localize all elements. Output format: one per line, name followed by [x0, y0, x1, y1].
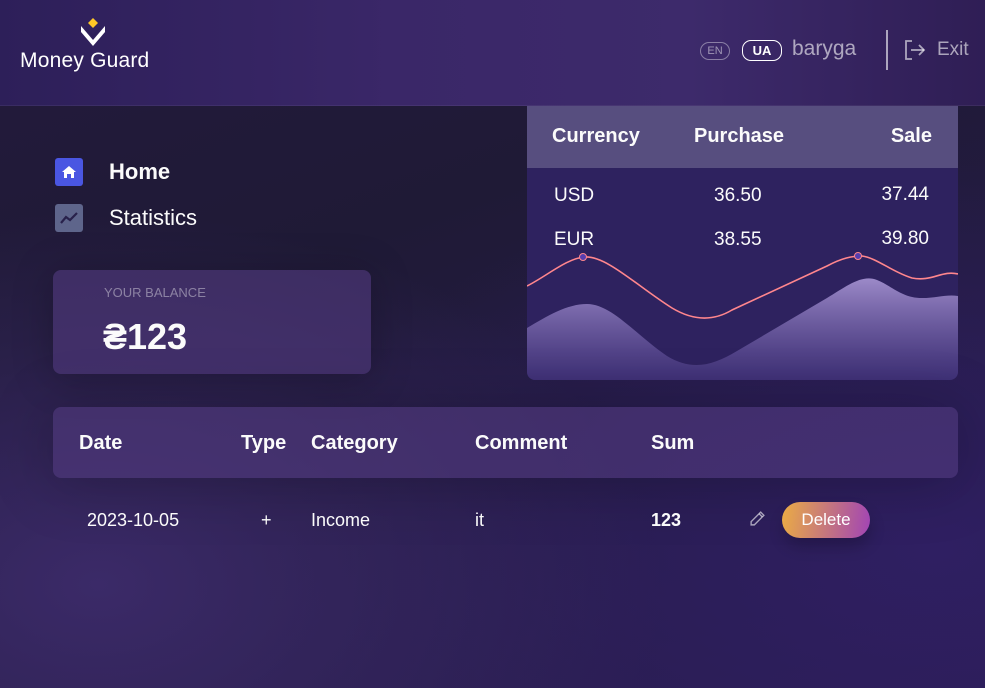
nav-item-home[interactable]: Home: [55, 158, 170, 186]
currency-table: Currency Purchase Sale USD 36.50 37.44 E…: [527, 106, 958, 380]
currency-chart: [527, 252, 958, 380]
currency-header: Currency Purchase Sale: [527, 106, 958, 168]
balance-card: YOUR BALANCE ₴123: [53, 270, 371, 374]
cell-type: +: [261, 510, 272, 530]
cell-sum: 123: [651, 510, 682, 530]
currency-header-sale: Sale: [890, 125, 932, 147]
cell-date: 2023-10-05: [87, 510, 180, 530]
exit-button[interactable]: Exit: [937, 39, 969, 61]
home-icon: [55, 158, 83, 186]
logo-icon: [81, 18, 105, 46]
header-divider: [886, 30, 888, 70]
username: baryga: [792, 37, 857, 60]
column-header-comment: Comment: [475, 432, 568, 454]
column-header-date: Date: [79, 432, 123, 454]
lang-en-button[interactable]: EN: [700, 42, 730, 60]
currency-header-purchase: Purchase: [694, 125, 785, 147]
exit-icon[interactable]: [903, 38, 927, 62]
column-header-category: Category: [311, 432, 398, 454]
balance-label: YOUR BALANCE: [104, 285, 206, 300]
column-header-sum: Sum: [651, 432, 695, 454]
delete-button[interactable]: Delete: [782, 502, 870, 538]
cell-category: Income: [311, 510, 371, 530]
currency-header-currency: Currency: [552, 125, 640, 147]
cell-comment: it: [475, 510, 484, 530]
currency-purchase: 36.50: [714, 185, 762, 206]
statistics-icon: [55, 204, 83, 232]
lang-ua-button[interactable]: UA: [742, 40, 782, 61]
column-header-type: Type: [241, 432, 287, 454]
nav-item-statistics[interactable]: Statistics: [55, 204, 197, 232]
nav-label-home: Home: [109, 159, 171, 184]
logo-text: Money Guard: [20, 49, 150, 72]
app-header: Money Guard EN UA baryga Exit: [0, 0, 985, 106]
currency-sale: 37.44: [881, 184, 929, 205]
nav-label-statistics: Statistics: [109, 205, 198, 230]
logo[interactable]: Money Guard: [20, 18, 170, 78]
balance-value: ₴123: [103, 316, 188, 357]
pencil-icon[interactable]: [749, 510, 766, 527]
currency-code: USD: [554, 185, 595, 206]
